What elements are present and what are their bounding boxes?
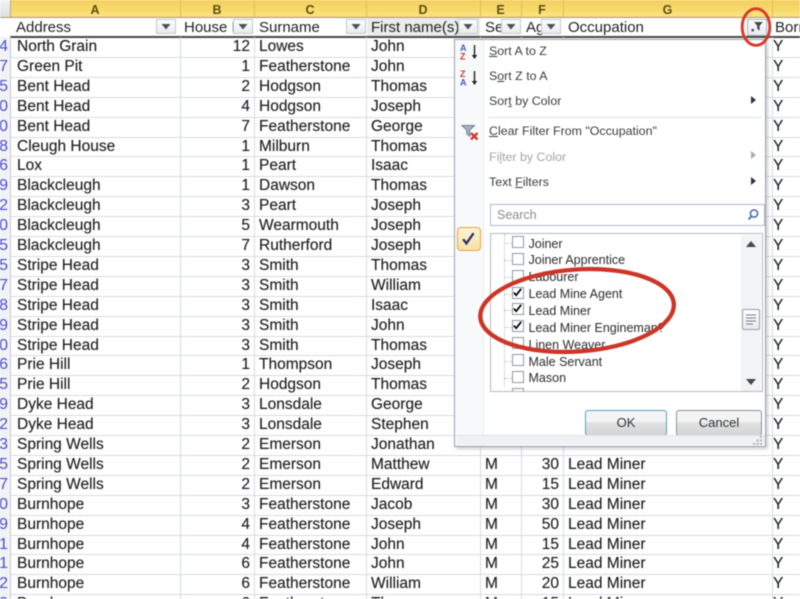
svg-text:A: A	[460, 77, 467, 86]
svg-text:Z: Z	[460, 52, 466, 61]
